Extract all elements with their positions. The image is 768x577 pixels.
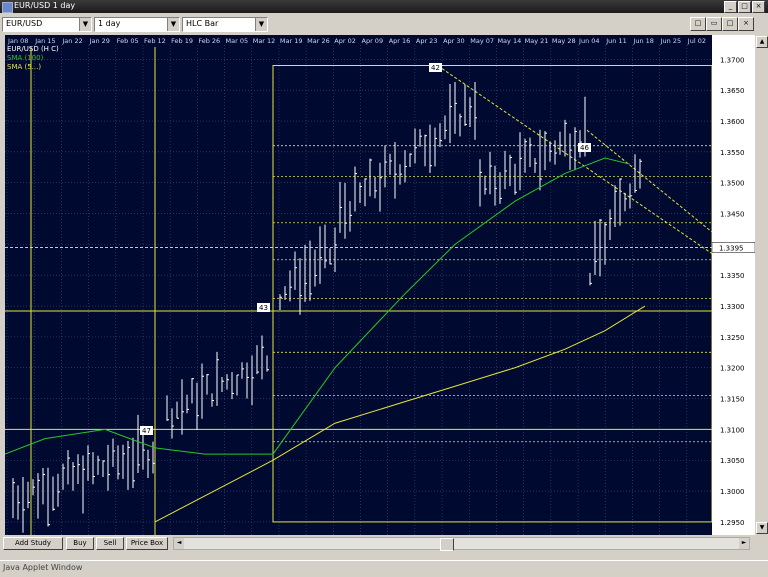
date-tick-label: Apr 16 xyxy=(389,37,411,45)
legend-sma-100: SMA (100) xyxy=(7,54,44,62)
date-tick-label: Feb 12 xyxy=(144,37,166,45)
price-tick-label: 1.3700 xyxy=(720,56,745,64)
price-tick-label: 1.3550 xyxy=(720,149,745,157)
current-price-marker: 1.3395 xyxy=(712,242,755,253)
interval-select[interactable]: 1 day ▼ xyxy=(94,17,180,32)
annotation-label: 47 xyxy=(142,427,151,435)
date-tick-label: May 14 xyxy=(497,37,521,45)
close-chart-button[interactable]: × xyxy=(738,17,754,31)
symbol-select[interactable]: EUR/USD ▼ xyxy=(2,17,92,32)
date-tick-label: May 21 xyxy=(525,37,549,45)
date-tick-label: Apr 02 xyxy=(334,37,356,45)
date-tick-label: Apr 09 xyxy=(362,37,384,45)
restore-chart-button[interactable]: □ xyxy=(690,17,706,31)
price-tick-label: 1.3350 xyxy=(720,272,745,280)
date-tick-label: Feb 05 xyxy=(117,37,139,45)
date-tick-label: Mar 12 xyxy=(253,37,276,45)
scroll-up-button[interactable]: ▲ xyxy=(756,36,768,48)
minimize-button[interactable]: _ xyxy=(724,1,737,13)
price-tick-label: 1.3000 xyxy=(720,488,745,496)
chevron-down-icon[interactable]: ▼ xyxy=(167,18,179,31)
date-tick-label: Apr 23 xyxy=(416,37,438,45)
scroll-right-button[interactable]: ► xyxy=(739,538,749,549)
sell-button[interactable]: Sell xyxy=(96,537,124,550)
minimize-chart-button[interactable]: ▭ xyxy=(706,17,722,31)
annotation-label: 43 xyxy=(259,304,268,312)
price-tick-label: 1.3050 xyxy=(720,457,745,465)
price-tick-label: 1.3500 xyxy=(720,180,745,188)
chart-style-select[interactable]: HLC Bar ▼ xyxy=(182,17,268,32)
annotation-label: 46 xyxy=(580,144,589,152)
price-axis-canvas: 1.2950 1.3000 1.3050 1.3100 1.3150 1.3200 1.32… xyxy=(712,35,755,535)
legend-price: EUR/USD (H C) xyxy=(7,45,59,53)
app-icon xyxy=(2,2,13,13)
date-tick-label: Feb 19 xyxy=(171,37,193,45)
date-tick-label: Jun 25 xyxy=(660,37,682,45)
price-tick-label: 1.2950 xyxy=(720,519,745,527)
interval-value: 1 day xyxy=(98,19,121,28)
scroll-down-button[interactable]: ▼ xyxy=(756,522,768,534)
price-tick-label: 1.3100 xyxy=(720,426,745,434)
date-tick-label: Jul 02 xyxy=(687,37,706,45)
maximize-button[interactable]: □ xyxy=(738,1,751,13)
legend-sma-fast: SMA (5...) xyxy=(7,63,41,71)
price-tick-label: 1.3250 xyxy=(720,334,745,342)
date-tick-label: Jun 18 xyxy=(632,37,654,45)
chart-canvas: Jan 08 Jan 15 Jan 22 Jan 29 Feb 05 Feb 12 Feb … xyxy=(4,35,713,535)
vertical-scrollbar[interactable]: ▲ ▼ xyxy=(755,35,768,535)
date-tick-label: Mar 05 xyxy=(226,37,249,45)
date-tick-label: Feb 26 xyxy=(198,37,220,45)
status-bar: Java Applet Window xyxy=(0,560,768,577)
close-button[interactable]: × xyxy=(752,1,765,13)
annotation-label: 42 xyxy=(431,64,440,72)
date-tick-label: Jan 08 xyxy=(7,37,28,45)
date-tick-label: Jan 15 xyxy=(34,37,55,45)
date-tick-label: Jan 29 xyxy=(89,37,110,45)
price-axis[interactable]: 1.2950 1.3000 1.3050 1.3100 1.3150 1.3200 1.32… xyxy=(712,35,755,535)
price-chart[interactable]: Jan 08 Jan 15 Jan 22 Jan 29 Feb 05 Feb 12 Feb … xyxy=(4,35,713,535)
chart-style-value: HLC Bar xyxy=(186,19,219,28)
chevron-down-icon[interactable]: ▼ xyxy=(79,18,91,31)
price-tick-label: 1.3650 xyxy=(720,87,745,95)
date-axis: Jan 08 Jan 15 Jan 22 Jan 29 Feb 05 Feb 12 Feb … xyxy=(5,35,712,45)
window-title-bar: EUR/USD 1 day _ □ × xyxy=(0,0,768,13)
date-tick-label: Mar 26 xyxy=(307,37,330,45)
price-tick-label: 1.3300 xyxy=(720,303,745,311)
symbol-value: EUR/USD xyxy=(6,19,43,28)
price-tick-label: 1.3600 xyxy=(720,118,745,126)
price-box-button[interactable]: Price Box xyxy=(126,537,168,550)
date-tick-label: Jan 22 xyxy=(61,37,82,45)
current-price-label: 1.3395 xyxy=(719,244,744,252)
chevron-down-icon[interactable]: ▼ xyxy=(255,18,267,31)
date-tick-label: May 07 xyxy=(470,37,494,45)
price-tick-label: 1.3200 xyxy=(720,365,745,373)
chart-toolbar: EUR/USD ▼ 1 day ▼ HLC Bar ▼ □ ▭ □ × xyxy=(0,14,768,34)
horizontal-scrollbar[interactable]: ◄ ► xyxy=(173,537,750,551)
scroll-left-button[interactable]: ◄ xyxy=(174,538,184,549)
window-title: EUR/USD 1 day xyxy=(14,1,76,10)
bottom-toolbar: Add Study Buy Sell Price Box ◄ ► xyxy=(0,536,768,551)
buy-button[interactable]: Buy xyxy=(66,537,94,550)
date-tick-label: Mar 19 xyxy=(280,37,303,45)
price-tick-label: 1.3150 xyxy=(720,396,745,404)
maximize-chart-button[interactable]: □ xyxy=(722,17,738,31)
date-tick-label: Jun 11 xyxy=(605,37,627,45)
date-tick-label: Apr 30 xyxy=(443,37,465,45)
scroll-thumb[interactable] xyxy=(440,538,454,551)
price-tick-label: 1.3450 xyxy=(720,211,745,219)
add-study-button[interactable]: Add Study xyxy=(3,537,63,550)
date-tick-label: May 28 xyxy=(552,37,576,45)
status-text: Java Applet Window xyxy=(3,563,83,572)
date-tick-label: Jun 04 xyxy=(578,37,600,45)
